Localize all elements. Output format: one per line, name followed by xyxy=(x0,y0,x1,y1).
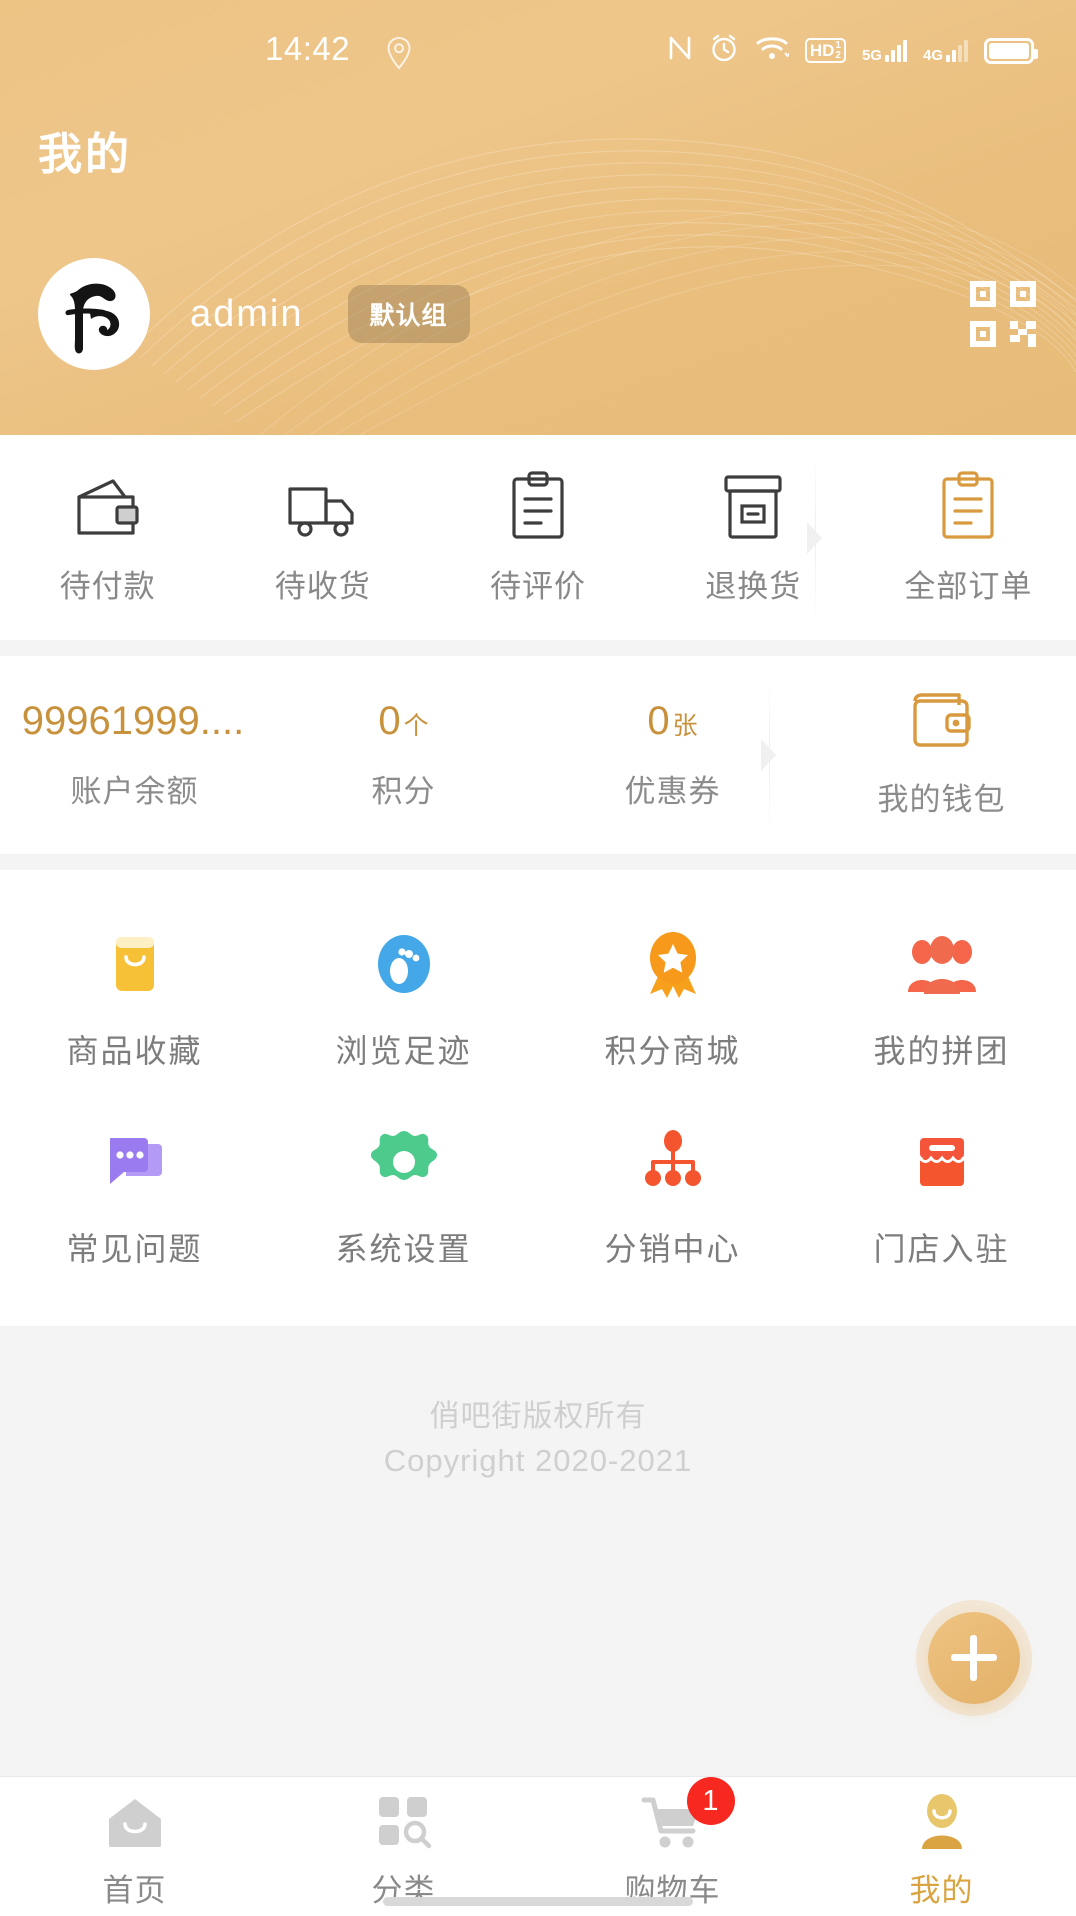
app-screen: 14:42 HD 1 2 5G 4G 我的 admin 默认组 待付款 待收货 … xyxy=(0,0,1076,1916)
menu-item-group-buy[interactable]: 我的拼团 xyxy=(807,904,1076,1102)
location-icon xyxy=(385,36,413,75)
nfc-icon xyxy=(667,34,693,67)
menu-item-store-join[interactable]: 门店入驻 xyxy=(807,1102,1076,1300)
hd-icon: HD 1 2 xyxy=(804,38,846,63)
copyright-line-2: Copyright 2020-2021 xyxy=(383,1442,693,1478)
balance-label: 账户余额 xyxy=(70,774,199,809)
order-item-return[interactable]: 退换货 xyxy=(646,435,861,640)
balance-value: 0张 xyxy=(647,699,698,743)
profile-header: 14:42 HD 1 2 5G 4G 我的 admin 默认组 xyxy=(0,0,1076,435)
tab-home[interactable]: 首页 xyxy=(0,1791,269,1910)
balance-label: 优惠券 xyxy=(624,774,721,809)
order-label: 待收货 xyxy=(274,569,371,604)
tab-label: 我的 xyxy=(909,1873,974,1908)
orders-card: 待付款 待收货 待评价 退换货 全部订单 xyxy=(0,435,1076,640)
menu-label: 门店入驻 xyxy=(873,1231,1010,1267)
section-gap xyxy=(0,640,1076,656)
truck-icon xyxy=(286,469,360,541)
balance-item-wallet[interactable]: 我的钱包 xyxy=(807,656,1076,854)
cart-icon: 1 xyxy=(641,1777,735,1853)
wallet-icon xyxy=(73,469,143,541)
menu-item-distribution[interactable]: 分销中心 xyxy=(538,1102,807,1300)
wifi-icon xyxy=(755,34,791,67)
balance-value: 0个 xyxy=(378,699,429,743)
add-button[interactable] xyxy=(928,1612,1020,1704)
page-title: 我的 xyxy=(38,130,132,179)
menu-grid: 商品收藏 浏览足迹 积分商城 我的拼团 常见问题 系统设置 分销中心 门店入驻 xyxy=(0,870,1076,1326)
status-time: 14:42 xyxy=(265,30,351,67)
order-label: 待付款 xyxy=(59,569,156,604)
qr-code-icon[interactable] xyxy=(968,279,1038,349)
menu-label: 系统设置 xyxy=(335,1231,472,1267)
order-item-review[interactable]: 待评价 xyxy=(430,435,645,640)
menu-item-settings[interactable]: 系统设置 xyxy=(269,1102,538,1300)
status-bar: 14:42 HD 1 2 5G 4G xyxy=(0,0,1076,92)
order-item-all[interactable]: 全部订单 xyxy=(861,435,1076,640)
copyright-line-1: 俏吧街版权所有 xyxy=(429,1400,647,1433)
tab-cart[interactable]: 1 购物车 xyxy=(538,1777,807,1910)
section-gap xyxy=(0,854,1076,870)
menu-label: 积分商城 xyxy=(604,1033,741,1069)
avatar[interactable] xyxy=(38,258,150,370)
group-icon xyxy=(905,928,979,1000)
menu-label: 商品收藏 xyxy=(66,1033,203,1069)
user-group-badge: 默认组 xyxy=(347,285,470,343)
wallet-label: 我的钱包 xyxy=(877,782,1006,817)
category-icon xyxy=(375,1791,433,1853)
home-indicator xyxy=(383,1897,693,1906)
status-icons: HD 1 2 5G 4G xyxy=(667,33,1038,68)
balance-row: 99961999.... 账户余额 0个 积分 0张 优惠券 我的钱包 xyxy=(0,656,1076,854)
menu-item-faq[interactable]: 常见问题 xyxy=(0,1102,269,1300)
menu-label: 我的拼团 xyxy=(873,1033,1010,1069)
order-label: 退换货 xyxy=(705,569,802,604)
order-label: 全部订单 xyxy=(904,569,1033,604)
home-icon xyxy=(105,1791,165,1853)
bottom-tab-bar: 首页 分类 1 购物车 我的 xyxy=(0,1776,1076,1916)
distribution-icon xyxy=(638,1126,708,1198)
plus-icon xyxy=(951,1635,997,1681)
chevron-right-icon xyxy=(758,737,780,773)
menu-item-favorites[interactable]: 商品收藏 xyxy=(0,904,269,1102)
wallet-outline-icon xyxy=(909,691,975,758)
bag-icon xyxy=(102,928,168,1000)
avatar-glyph xyxy=(65,283,120,354)
balance-card: 99961999.... 账户余额 0个 积分 0张 优惠券 我的钱包 xyxy=(0,656,1076,854)
alarm-icon xyxy=(709,33,739,68)
shop-icon xyxy=(907,1126,977,1198)
user-icon xyxy=(914,1791,970,1853)
order-item-unpaid[interactable]: 待付款 xyxy=(0,435,215,640)
tab-profile[interactable]: 我的 xyxy=(807,1791,1076,1910)
order-item-shipping[interactable]: 待收货 xyxy=(215,435,430,640)
username: admin xyxy=(190,292,304,335)
menu-item-points-mall[interactable]: 积分商城 xyxy=(538,904,807,1102)
order-label: 待评价 xyxy=(490,569,586,604)
balance-item-points[interactable]: 0个 积分 xyxy=(269,656,538,854)
clipboard-icon xyxy=(507,469,569,541)
footprint-icon xyxy=(369,928,439,1000)
all-orders-icon xyxy=(937,469,999,541)
menu-grid-card: 商品收藏 浏览足迹 积分商城 我的拼团 常见问题 系统设置 分销中心 门店入驻 xyxy=(0,870,1076,1326)
chat-icon xyxy=(100,1126,170,1198)
menu-label: 分销中心 xyxy=(604,1231,741,1267)
medal-icon xyxy=(638,928,708,1000)
balance-label: 积分 xyxy=(371,774,436,809)
menu-item-history[interactable]: 浏览足迹 xyxy=(269,904,538,1102)
orders-row: 待付款 待收货 待评价 退换货 全部订单 xyxy=(0,435,1076,640)
cart-badge: 1 xyxy=(686,1777,735,1825)
4g-icon: 4G xyxy=(923,39,968,63)
box-return-icon xyxy=(720,469,786,541)
chevron-right-icon xyxy=(804,520,826,556)
copyright: 俏吧街版权所有 Copyright 2020-2021 xyxy=(0,1326,1076,1483)
tab-label: 首页 xyxy=(102,1873,167,1908)
gear-icon xyxy=(370,1126,438,1198)
battery-icon xyxy=(984,37,1038,64)
5g-icon: 5G xyxy=(862,39,907,63)
menu-label: 浏览足迹 xyxy=(335,1033,472,1069)
balance-value: 99961999.... xyxy=(21,699,245,743)
balance-item-account[interactable]: 99961999.... 账户余额 xyxy=(0,656,269,854)
profile-row: admin 默认组 xyxy=(0,258,1076,370)
menu-label: 常见问题 xyxy=(66,1231,203,1267)
tab-category[interactable]: 分类 xyxy=(269,1791,538,1910)
